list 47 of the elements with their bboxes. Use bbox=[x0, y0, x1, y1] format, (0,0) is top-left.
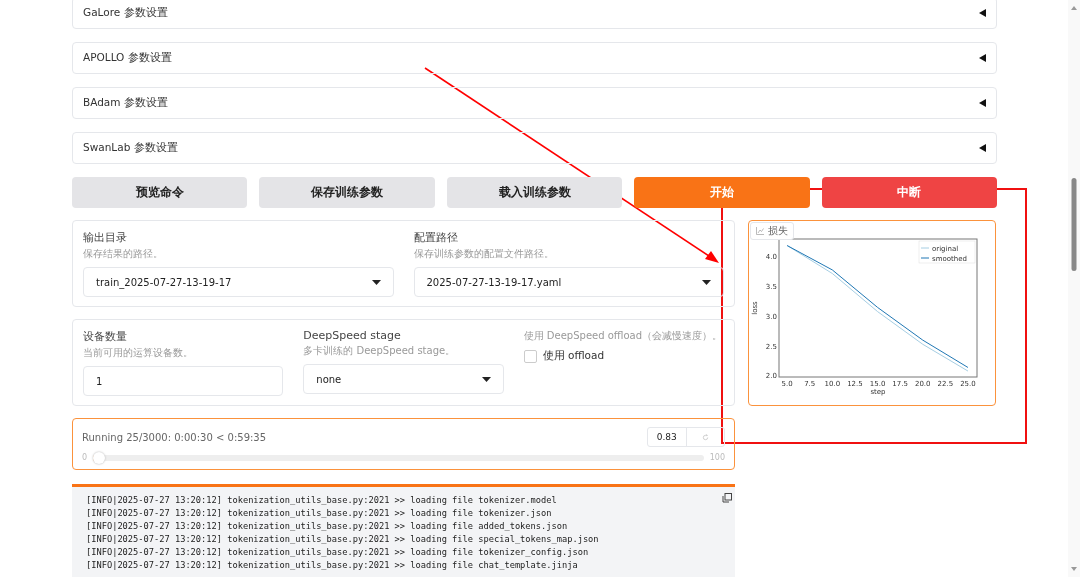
accordion-title: BAdam 参数设置 bbox=[83, 96, 168, 110]
legend-background bbox=[918, 240, 976, 264]
offload-checkbox[interactable] bbox=[523, 349, 537, 363]
checkbox-label: 使用 offload bbox=[542, 349, 605, 363]
reset-icon[interactable] bbox=[701, 433, 709, 441]
progress-status: Running 25/3000: 0:00:30 < 0:59:35 bbox=[82, 431, 267, 443]
field-hint: 当前可用的运算设备数。 bbox=[83, 346, 194, 360]
action-button[interactable]: 预览命令 bbox=[72, 177, 248, 208]
scrollbar[interactable] bbox=[1068, 0, 1080, 577]
field-hint: 保存训练参数的配置文件路径。 bbox=[413, 247, 555, 261]
deepspeed-stage-dropdown[interactable]: none bbox=[303, 364, 504, 394]
accordion-title: SwanLab 参数设置 bbox=[83, 141, 178, 155]
accordion-header[interactable]: APOLLO 参数设置 bbox=[72, 42, 997, 74]
action-button[interactable]: 载入训练参数 bbox=[446, 177, 623, 208]
copy-icon[interactable] bbox=[722, 493, 732, 503]
dropdown-caret-icon bbox=[371, 279, 381, 285]
dropdown-caret-icon bbox=[702, 279, 711, 285]
log-line: [INFO|2025-07-27 13:20:12] tokenization_utils_base.py:2021 >> loading file tokenizer.json bbox=[86, 506, 552, 520]
dropdown-caret-icon bbox=[481, 376, 491, 382]
slider-min: 0 bbox=[82, 453, 88, 462]
field-label: 配置路径 bbox=[413, 230, 459, 245]
accordion-header[interactable]: SwanLab 参数设置 bbox=[72, 132, 997, 164]
action-button[interactable]: 中断 bbox=[821, 177, 998, 208]
field-label: DeepSpeed stage bbox=[303, 329, 402, 342]
log-line: [INFO|2025-07-27 13:20:12] tokenization_utils_base.py:2021 >> loading file tokenizer_config.json bbox=[86, 545, 589, 559]
accordion-title: GaLore 参数设置 bbox=[83, 6, 168, 20]
chart-icon bbox=[756, 227, 764, 235]
action-button[interactable]: 保存训练参数 bbox=[259, 177, 435, 208]
log-line: [INFO|2025-07-27 13:20:12] tokenization_utils_base.py:2021 >> loading file special_tokens_map.json bbox=[86, 532, 599, 546]
config-path-dropdown[interactable]: 2025-07-27-13-19-17.yaml bbox=[413, 267, 724, 297]
log-line: [INFO|2025-07-27 13:20:12] tokenization_utils_base.py:2021 >> loading file chat_template.jinja bbox=[86, 558, 578, 572]
log-line: [INFO|2025-07-27 13:20:12] tokenization_utils_base.py:2021 >> loading file added_tokens.json bbox=[86, 519, 568, 533]
output-dir-dropdown[interactable]: train_2025-07-27-13-19-17 bbox=[83, 267, 394, 297]
accordion-header[interactable]: GaLore 参数设置 bbox=[72, 0, 997, 29]
field-hint: 使用 DeepSpeed offload（会减慢速度）。 bbox=[523, 329, 724, 343]
accordion-title: APOLLO 参数设置 bbox=[83, 51, 172, 65]
field-hint: 保存结果的路径。 bbox=[83, 247, 164, 261]
progress-slider[interactable] bbox=[93, 454, 704, 461]
log-line: [INFO|2025-07-27 13:20:12] tokenization_utils_base.py:2021 >> loading file tokenizer.model bbox=[86, 494, 557, 507]
field-label: 设备数量 bbox=[83, 329, 128, 344]
field-label: 输出目录 bbox=[83, 230, 128, 245]
slider-max: 100 bbox=[709, 453, 725, 462]
progress-value-field[interactable]: 0.83 bbox=[647, 427, 725, 447]
accordion-header[interactable]: BAdam 参数设置 bbox=[72, 87, 997, 119]
plot-title: 损失 bbox=[768, 224, 788, 238]
field-hint: 多卡训练的 DeepSpeed stage。 bbox=[303, 344, 457, 358]
device-count-input[interactable]: 1 bbox=[83, 366, 284, 396]
